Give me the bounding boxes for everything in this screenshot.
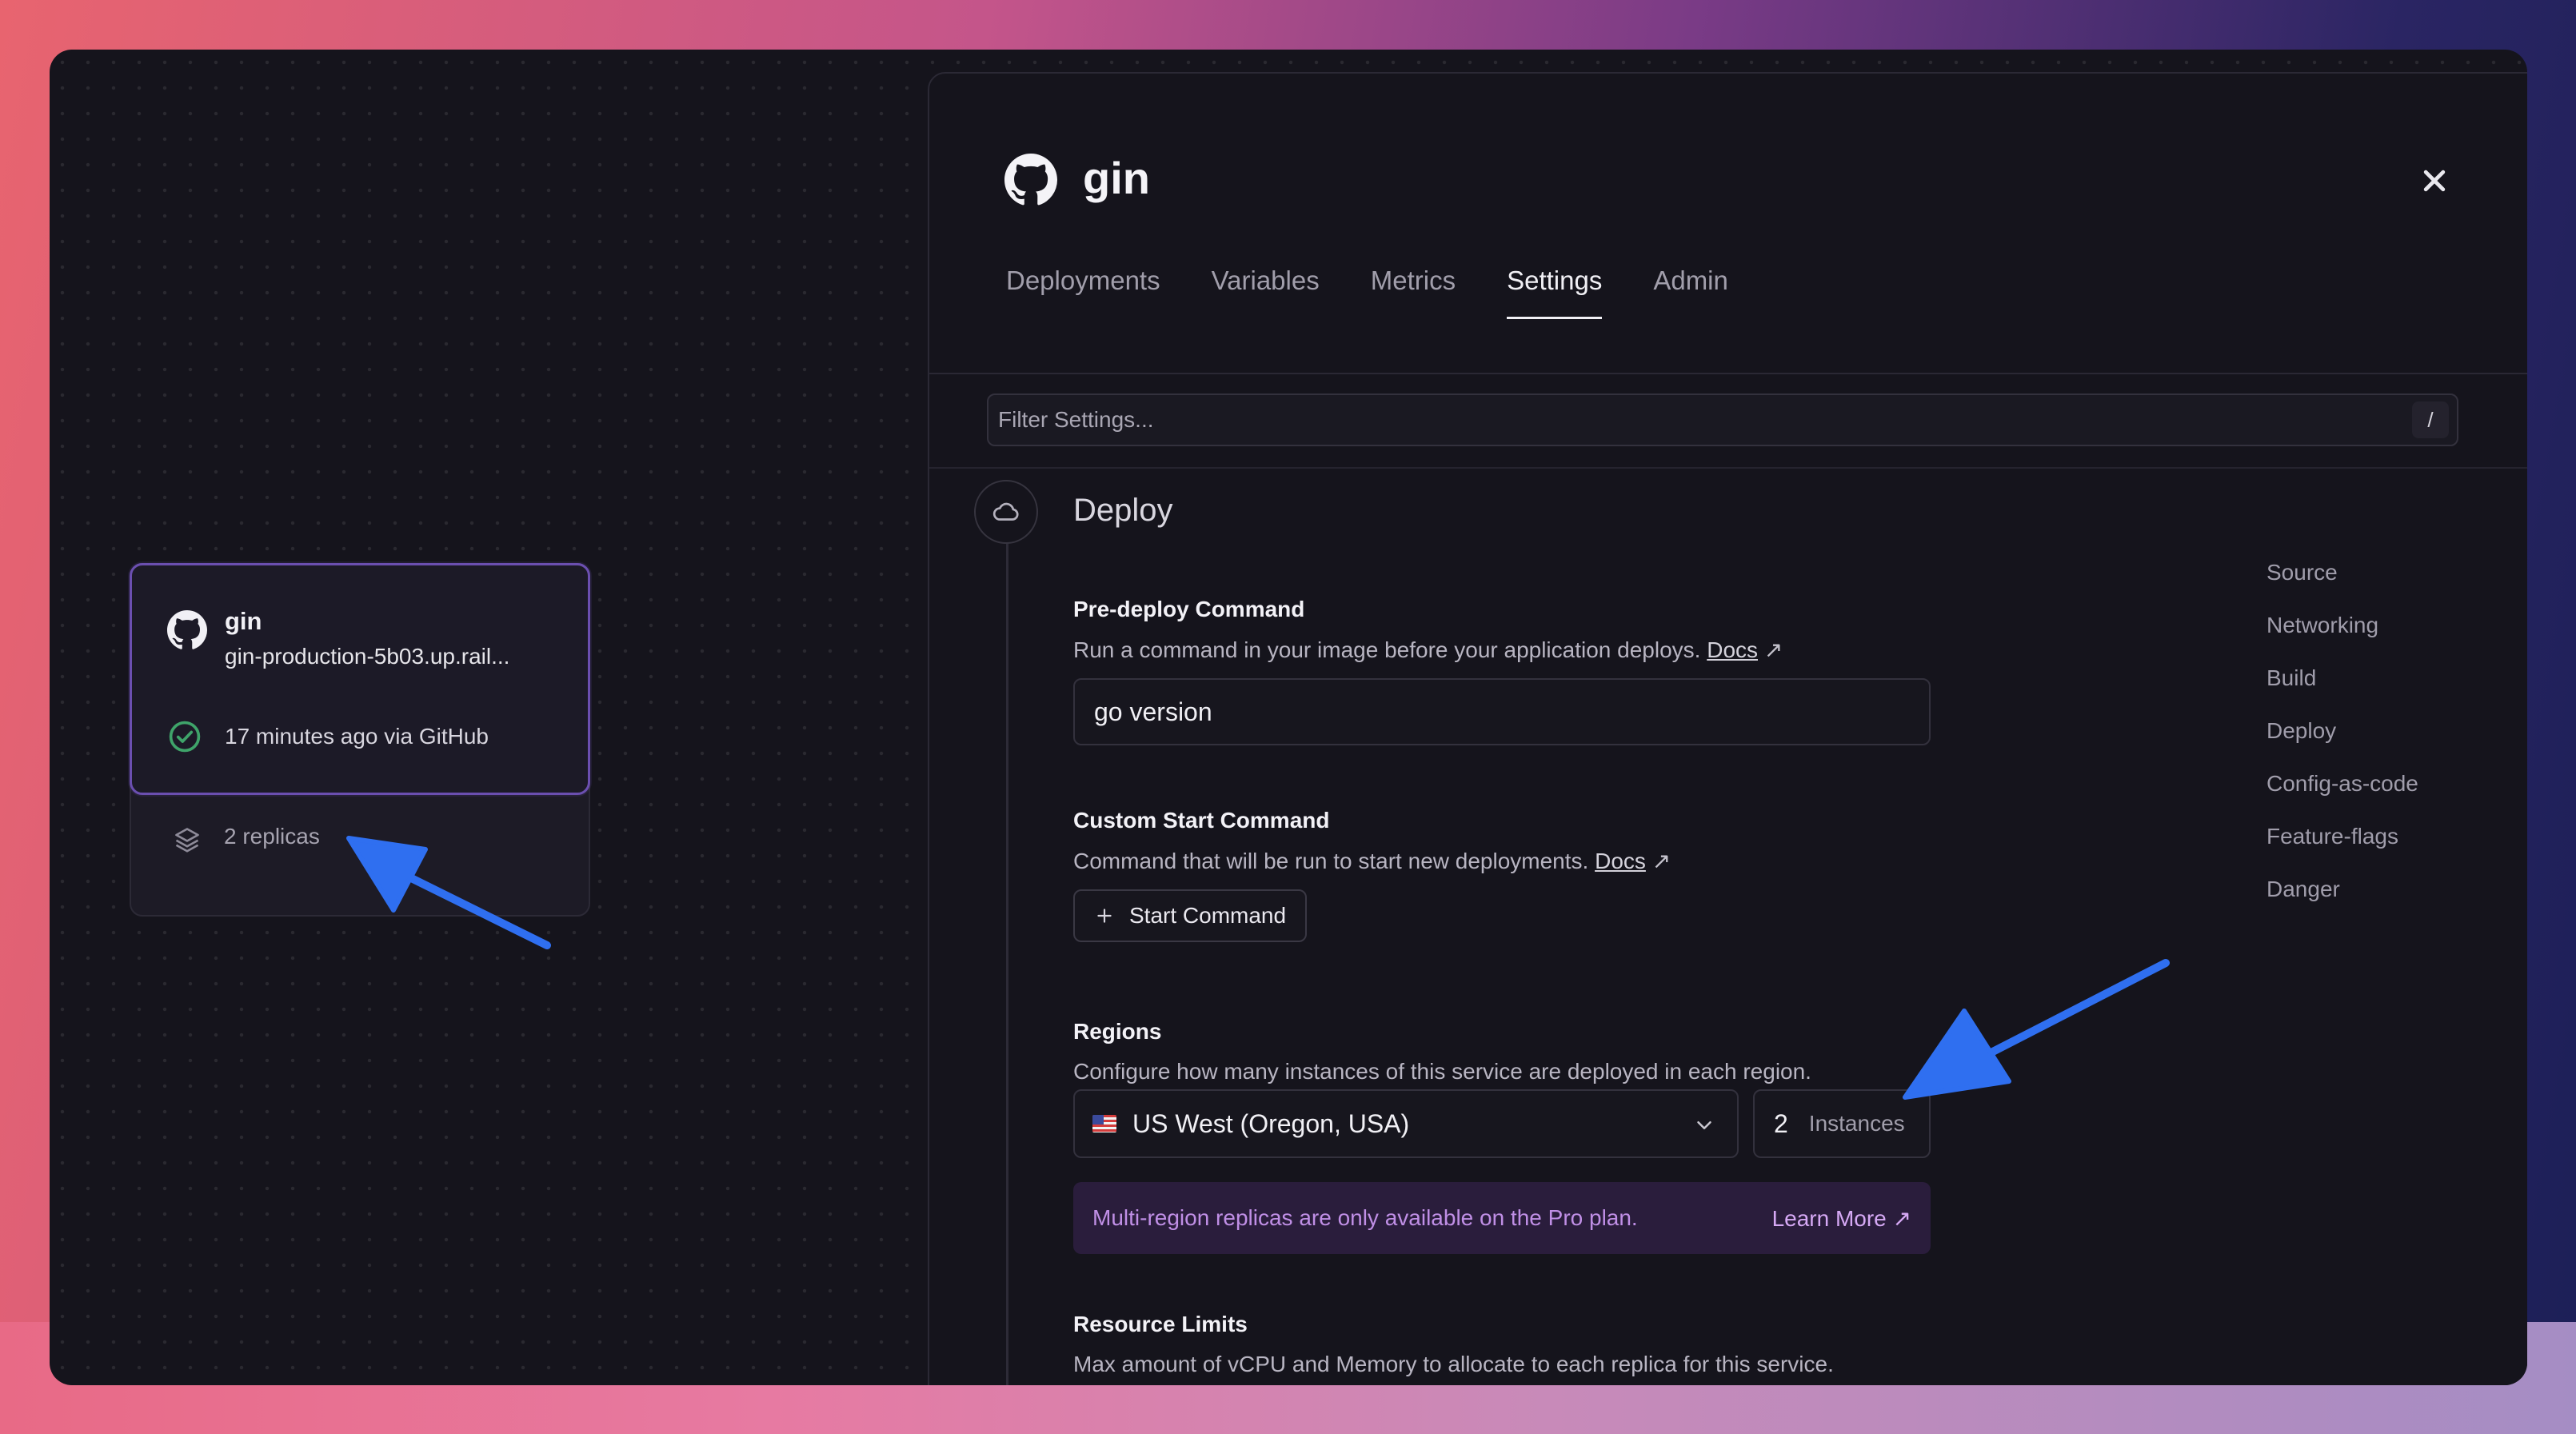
predeploy-desc: Run a command in your image before your … [1073, 637, 1783, 663]
service-card-main[interactable]: gin gin-production-5b03.up.rail... 17 mi… [130, 563, 590, 795]
tab-admin[interactable]: Admin [1653, 266, 1728, 319]
nav-danger[interactable]: Danger [2266, 877, 2418, 929]
add-start-command-label: Start Command [1129, 903, 1287, 928]
deploy-section-marker [974, 480, 1038, 544]
settings-section-nav: Source Networking Build Deploy Config-as… [2266, 560, 2418, 929]
github-icon [167, 610, 207, 649]
start-command-label: Custom Start Command [1073, 808, 1330, 833]
tab-deployments[interactable]: Deployments [1006, 266, 1160, 319]
predeploy-docs-link[interactable]: Docs [1707, 637, 1758, 662]
nav-feature-flags[interactable]: Feature-flags [2266, 824, 2418, 877]
region-select[interactable]: US West (Oregon, USA) [1073, 1089, 1739, 1158]
replicas-count: 2 replicas [224, 824, 320, 849]
filter-settings: / [987, 393, 2458, 446]
regions-label: Regions [1073, 1019, 1162, 1044]
tab-bar: Deployments Variables Metrics Settings A… [1006, 266, 1728, 319]
settings-panel: gin Deployments Variables Metrics Settin… [928, 72, 2527, 1385]
pro-plan-banner-message: Multi-region replicas are only available… [1092, 1205, 1638, 1230]
nav-deploy[interactable]: Deploy [2266, 718, 2418, 771]
plus-icon [1097, 909, 1112, 923]
slash-key-icon: / [2412, 401, 2449, 438]
tab-divider [929, 373, 2527, 374]
instances-unit: Instances [1808, 1111, 1905, 1136]
nav-config-as-code[interactable]: Config-as-code [2266, 771, 2418, 824]
service-card[interactable]: gin gin-production-5b03.up.rail... 17 mi… [130, 563, 590, 917]
pro-plan-banner: Multi-region replicas are only available… [1073, 1182, 1931, 1254]
predeploy-desc-text: Run a command in your image before your … [1073, 637, 1701, 662]
close-icon[interactable] [2414, 160, 2455, 202]
cloud-icon [992, 502, 1019, 521]
start-command-desc-text: Command that will be run to start new de… [1073, 849, 1589, 873]
nav-source[interactable]: Source [2266, 560, 2418, 613]
external-link-icon: ↗ [1651, 849, 1671, 873]
tab-variables[interactable]: Variables [1212, 266, 1320, 319]
instances-input[interactable]: 2 Instances [1753, 1089, 1931, 1158]
instances-value: 2 [1774, 1108, 1788, 1138]
panel-title: gin [1083, 153, 1150, 203]
section-title-deploy: Deploy [1073, 493, 1173, 528]
nav-build[interactable]: Build [2266, 665, 2418, 718]
section-timeline [1006, 529, 1008, 1385]
start-command-desc: Command that will be run to start new de… [1073, 848, 1671, 874]
start-command-docs-link[interactable]: Docs [1595, 849, 1646, 873]
service-card-url[interactable]: gin-production-5b03.up.rail... [225, 644, 509, 669]
learn-more-link[interactable]: Learn More ↗ [1772, 1205, 1911, 1232]
resource-limits-desc: Max amount of vCPU and Memory to allocat… [1073, 1352, 1834, 1376]
predeploy-label: Pre-deploy Command [1073, 597, 1305, 621]
filter-settings-input[interactable] [998, 401, 2390, 438]
nav-networking[interactable]: Networking [2266, 613, 2418, 665]
predeploy-command-input[interactable]: go version [1073, 678, 1931, 745]
resource-limits-label: Resource Limits [1073, 1312, 1248, 1336]
regions-desc: Configure how many instances of this ser… [1073, 1059, 1811, 1084]
external-link-icon: ↗ [1763, 637, 1783, 662]
add-start-command-button[interactable]: Start Command [1073, 889, 1308, 942]
filter-divider [929, 467, 2527, 469]
deployment-status: 17 minutes ago via GitHub [225, 724, 489, 749]
layers-icon [175, 828, 199, 853]
app-window: gin gin-production-5b03.up.rail... 17 mi… [50, 50, 2527, 1385]
tab-metrics[interactable]: Metrics [1371, 266, 1456, 319]
us-flag-icon [1092, 1115, 1116, 1132]
region-select-value: US West (Oregon, USA) [1132, 1108, 1410, 1138]
service-card-title: gin [225, 607, 262, 635]
chevron-down-icon [1697, 1121, 1711, 1129]
github-icon [1004, 154, 1057, 206]
tab-settings[interactable]: Settings [1507, 266, 1603, 319]
check-circle-icon [169, 721, 201, 753]
